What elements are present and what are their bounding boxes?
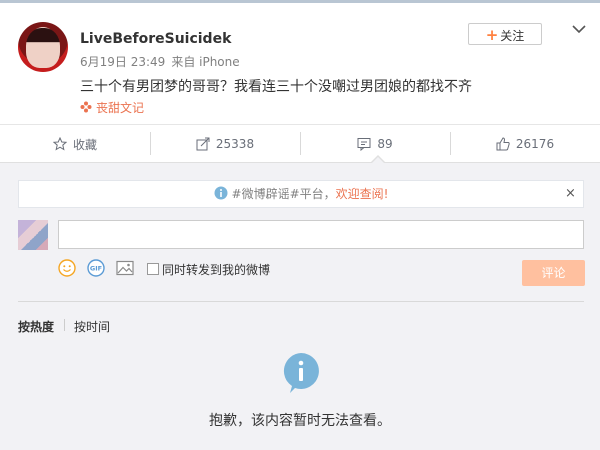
- divider: [300, 132, 301, 155]
- notice-bar: #微博辟谣#平台，欢迎查阅!: [18, 180, 584, 208]
- comment-submit-button[interactable]: 评论: [522, 260, 585, 286]
- share-icon: [196, 137, 210, 151]
- tag-flower-icon: [80, 101, 92, 113]
- image-icon[interactable]: [116, 259, 134, 277]
- post-tag[interactable]: 丧甜文记: [80, 99, 144, 116]
- info-icon: [214, 186, 228, 200]
- divider: [64, 319, 65, 331]
- info-icon: [283, 353, 319, 393]
- empty-message: 抱歉，该内容暂时无法查看。: [209, 413, 391, 429]
- comment-input[interactable]: [58, 220, 584, 249]
- like-button[interactable]: 26176: [450, 125, 600, 163]
- chevron-down-icon[interactable]: [570, 20, 588, 38]
- sort-by-hot-tab[interactable]: 按热度: [18, 318, 54, 335]
- top-border: [0, 0, 600, 3]
- forward-checkbox[interactable]: [147, 263, 159, 275]
- avatar[interactable]: [18, 22, 68, 72]
- divider: [0, 162, 600, 163]
- follow-label: 关注: [500, 29, 525, 43]
- emoji-icon[interactable]: [58, 259, 76, 277]
- post-date[interactable]: 6月19日 23:49: [80, 55, 165, 69]
- forward-label: 同时转发到我的微博: [162, 263, 271, 277]
- divider: [150, 132, 151, 155]
- notice-text: #微博辟谣#平台，: [231, 187, 336, 201]
- post-meta: 6月19日 23:49 来自 iPhone: [80, 53, 246, 70]
- comment-count: 89: [377, 137, 393, 151]
- caret-inner: [371, 157, 385, 164]
- post-source: 来自 iPhone: [171, 55, 240, 69]
- post-tag-label: 丧甜文记: [96, 101, 145, 115]
- username[interactable]: LiveBeforeSuicidek: [80, 31, 231, 47]
- sort-by-time-tab[interactable]: 按时间: [74, 318, 110, 335]
- svg-text:GIF: GIF: [90, 265, 102, 273]
- divider: [450, 132, 451, 155]
- current-user-avatar: [18, 220, 48, 250]
- plus-icon: +: [485, 26, 499, 44]
- post-text: 三十个有男团梦的哥哥？我看连三十个没嘲过男团娘的都找不齐: [80, 79, 472, 95]
- favorite-label: 收藏: [72, 137, 97, 152]
- like-count: 26176: [515, 137, 555, 151]
- star-icon: [52, 137, 67, 151]
- gif-icon[interactable]: GIF: [87, 259, 105, 277]
- comment-icon: [357, 138, 371, 151]
- close-icon[interactable]: ×: [565, 186, 576, 201]
- repost-button[interactable]: 25338: [150, 125, 300, 163]
- repost-count: 25338: [215, 137, 255, 151]
- favorite-button[interactable]: 收藏: [0, 125, 150, 163]
- follow-button[interactable]: + 关注: [468, 23, 542, 45]
- divider: [18, 301, 584, 302]
- notice-link[interactable]: 欢迎查阅!: [336, 187, 389, 201]
- thumbs-up-icon: [496, 137, 510, 151]
